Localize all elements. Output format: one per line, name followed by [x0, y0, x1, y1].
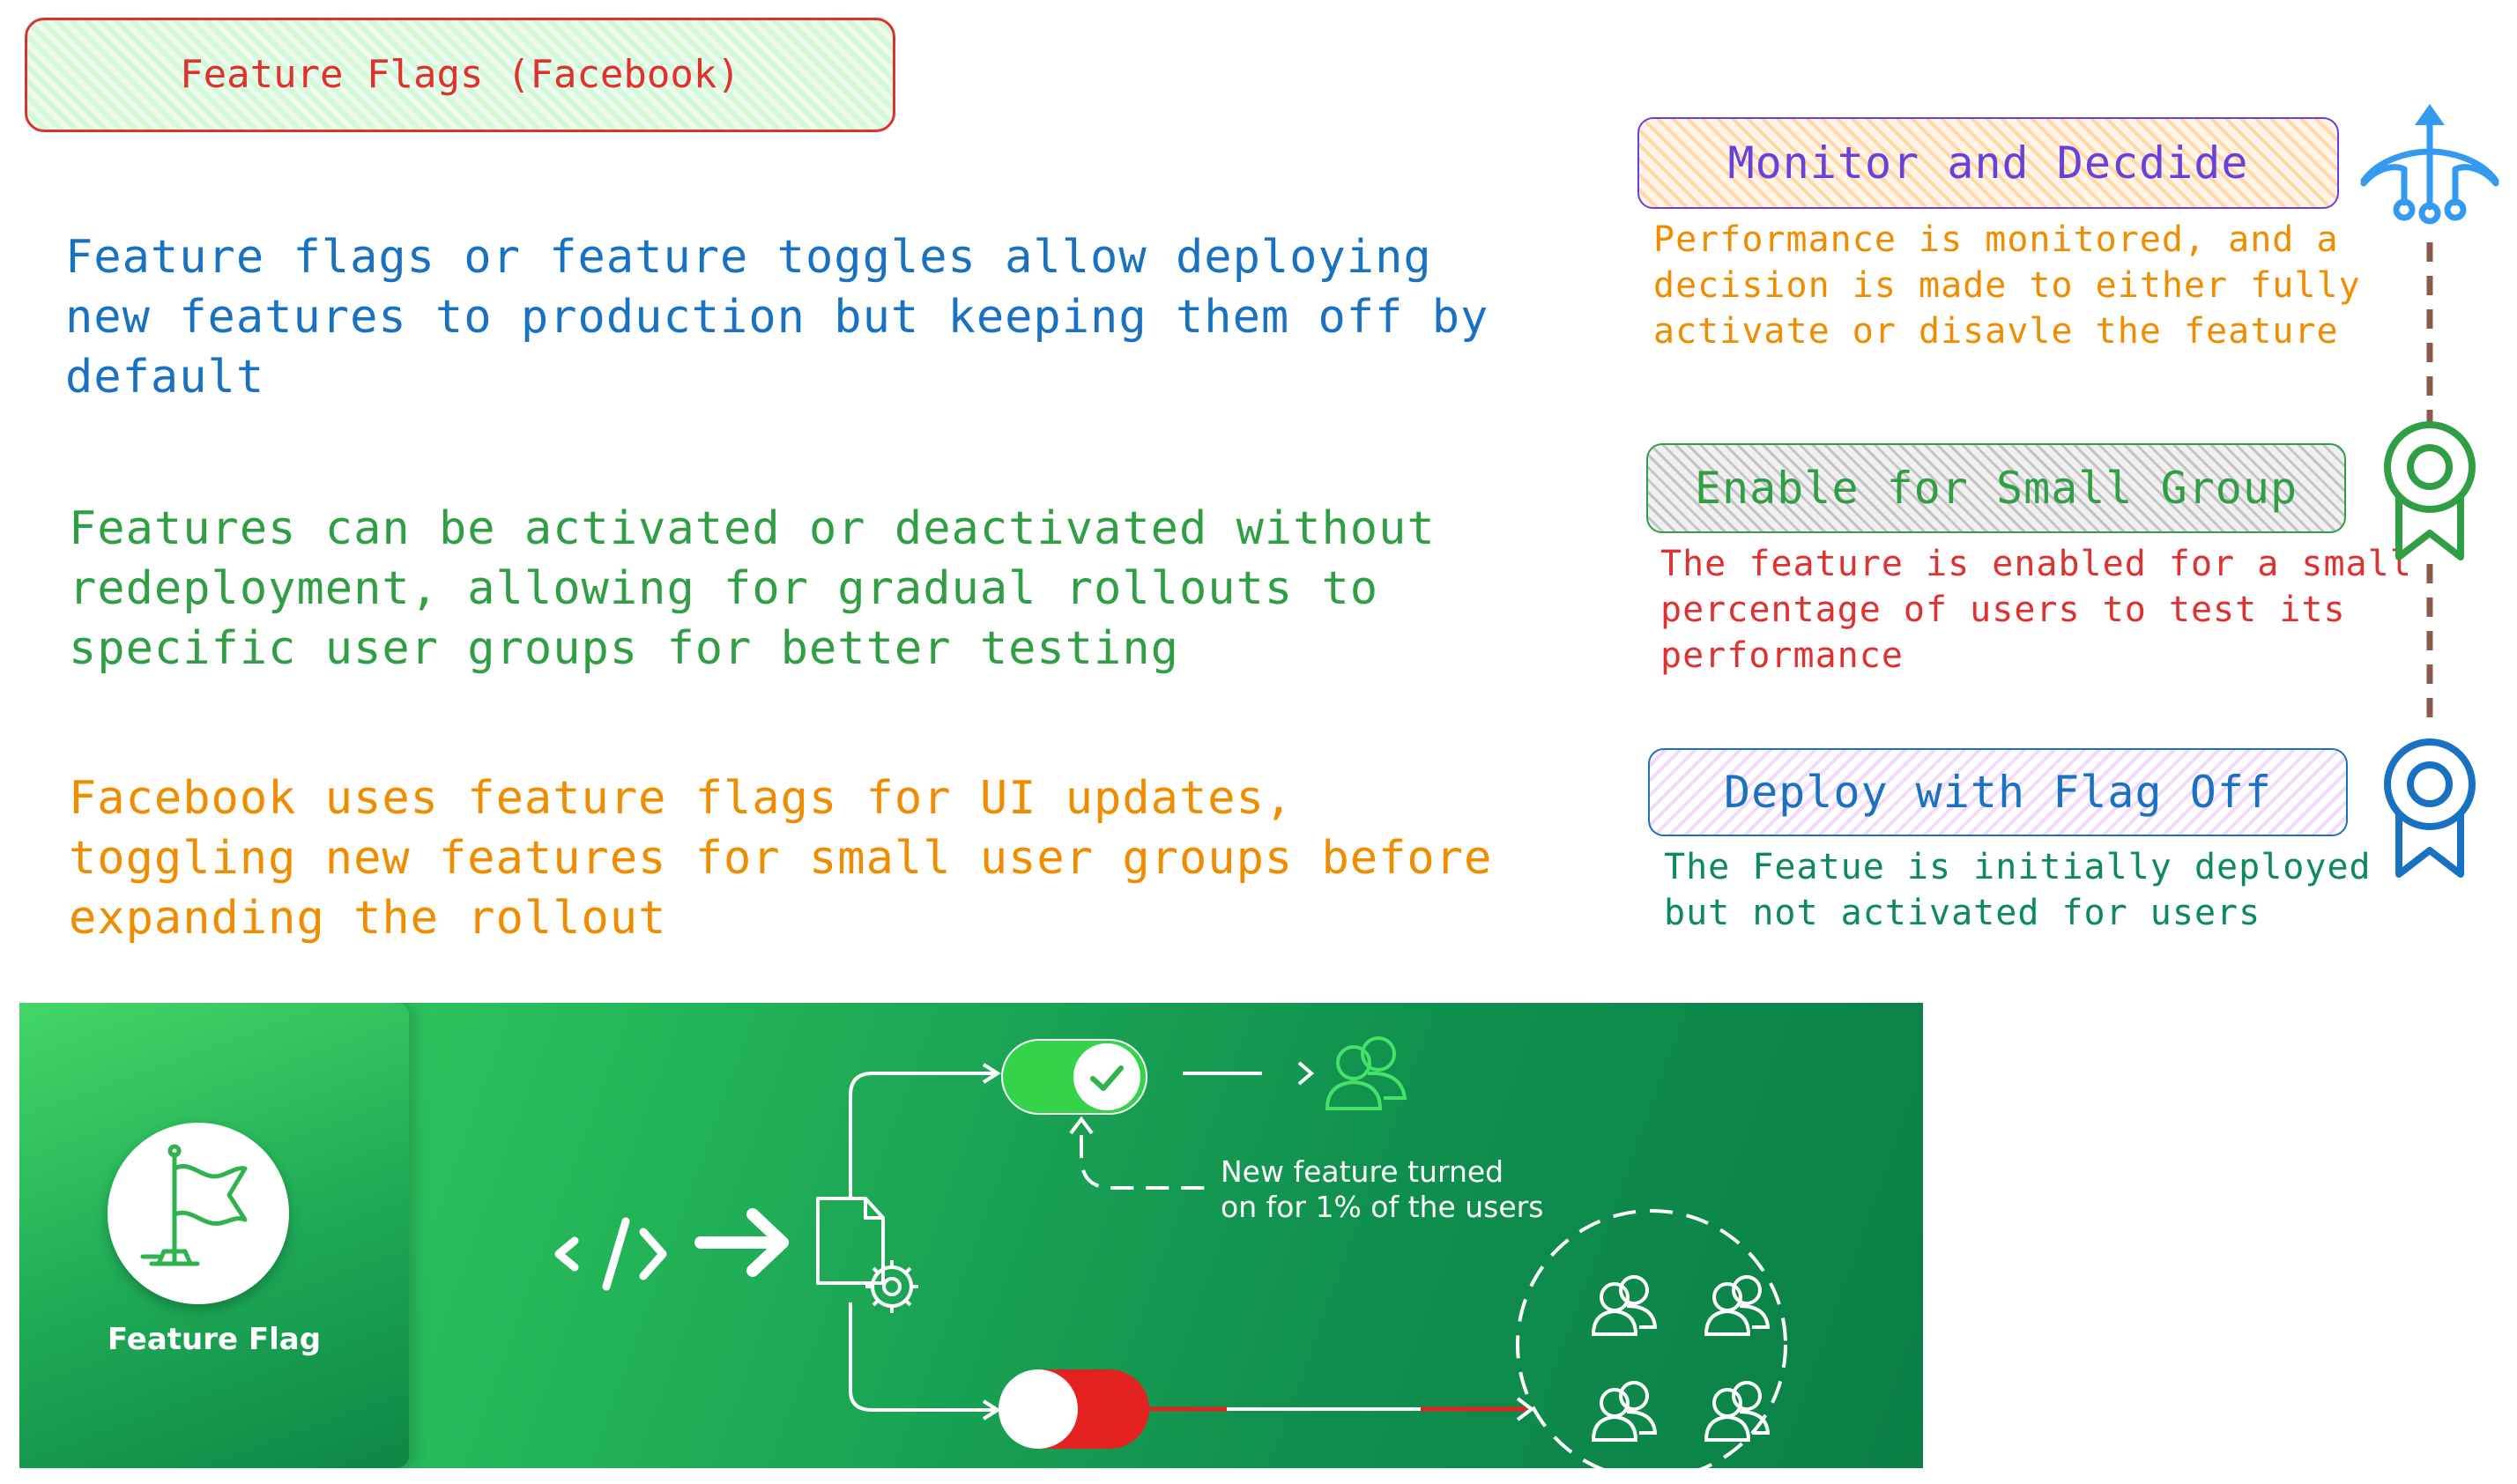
paragraph-facebook: Facebook uses feature flags for UI updat… [69, 772, 1493, 945]
award-ribbon-icon-blue [2384, 738, 2476, 878]
step-monitor-desc: Performance is monitored, and a decision… [1653, 219, 2361, 352]
step-monitor-box: Monitor and Decdide [1637, 117, 2339, 209]
paragraph-definition: Feature flags or feature toggles allow d… [65, 231, 1489, 404]
banner-flow [554, 1036, 1787, 1468]
page-title: Feature Flags (Facebook) [180, 52, 740, 97]
fork-arrow-icon [2360, 104, 2499, 225]
award-ribbon-icon-green [2384, 421, 2476, 560]
arrow-right-icon [694, 1208, 789, 1277]
users-icon-group [1591, 1275, 1771, 1442]
step-enable-desc: The feature is enabled for a small perce… [1660, 544, 2412, 676]
users-icon [1325, 1036, 1407, 1110]
rollout-note: New feature turned on for 1% of the user… [1221, 1154, 1544, 1224]
step-deploy-desc: The Featue is initially deployed but not… [1664, 847, 2372, 933]
timeline [2360, 104, 2499, 878]
step-deploy-box: Deploy with Flag Off [1648, 748, 2348, 836]
document-gear-icon [816, 1197, 918, 1313]
title-box: Feature Flags (Facebook) [25, 18, 895, 132]
toggle-off [999, 1369, 1149, 1449]
toggle-on [1001, 1039, 1147, 1115]
step-enable-box: Enable for Small Group [1646, 443, 2346, 533]
branch-lines [849, 1063, 1001, 1421]
code-icon [554, 1217, 667, 1291]
feature-flag-banner: Feature Flag New feature turned on for 1… [19, 1003, 1923, 1468]
paragraph-activation: Features can be activated or deactivated… [69, 502, 1436, 675]
